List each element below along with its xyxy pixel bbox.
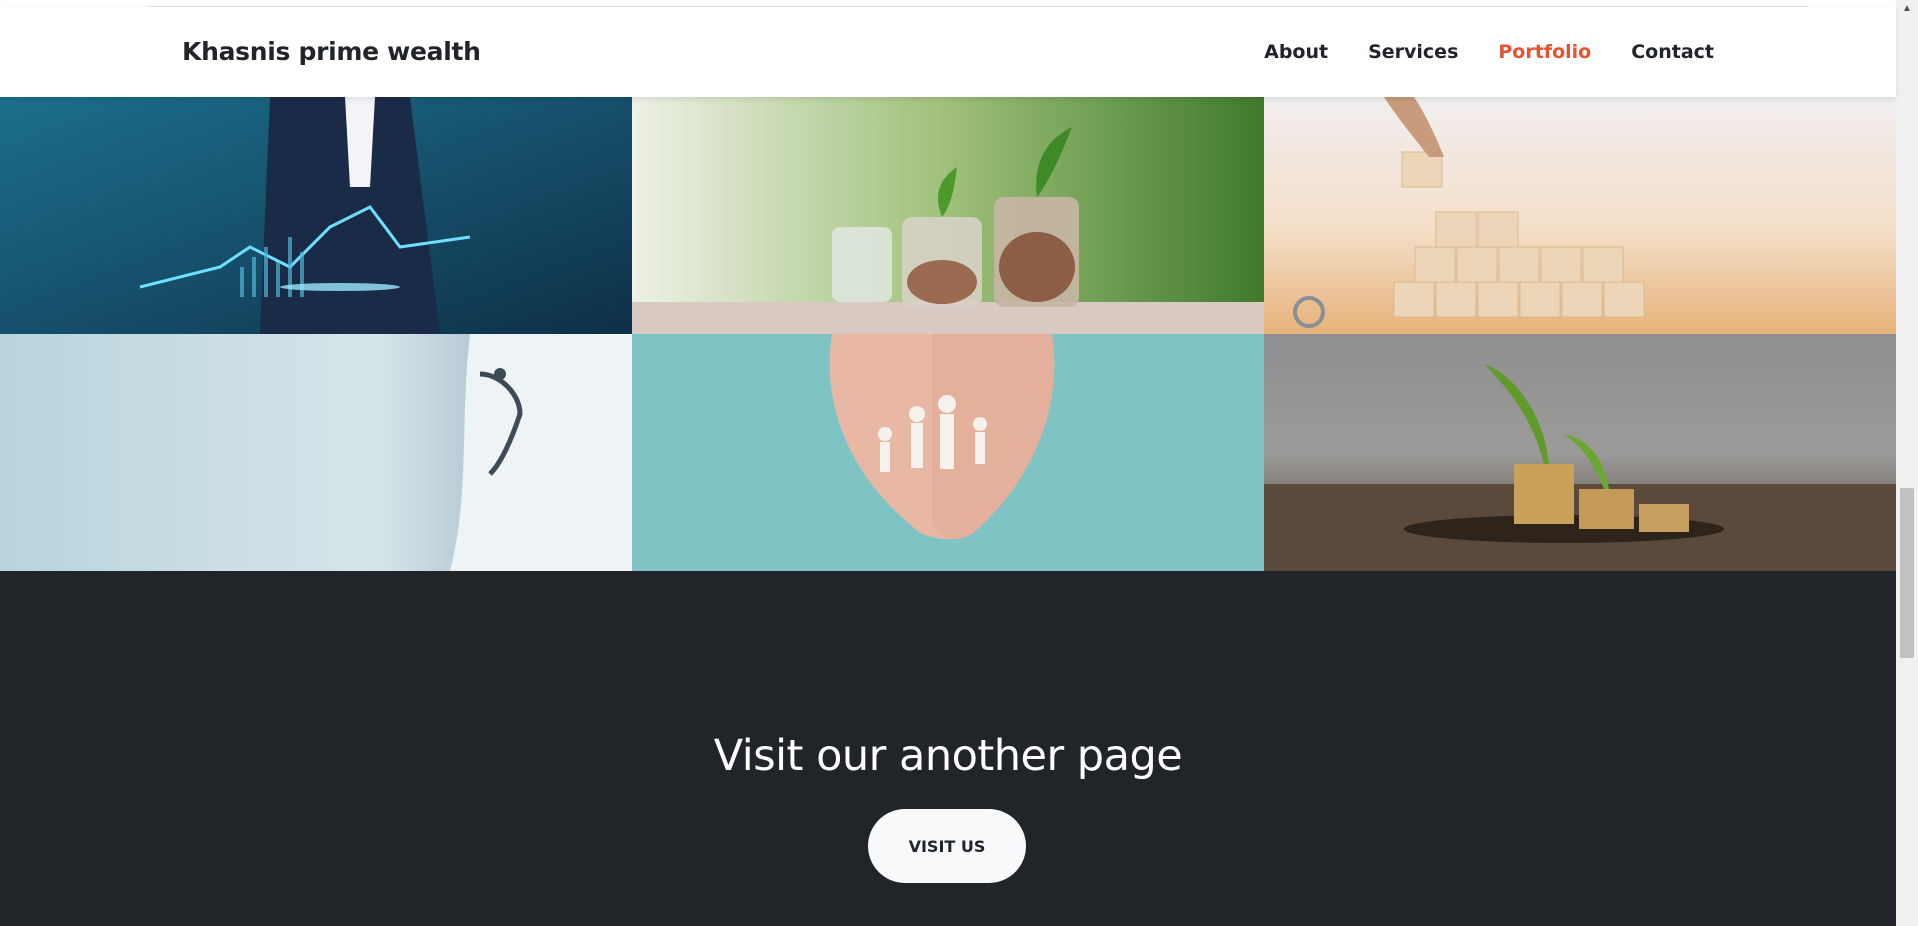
coins-plant-image[interactable] xyxy=(1264,334,1896,571)
nav-links: About Services Portfolio Contact xyxy=(1264,41,1714,63)
nav-link-services[interactable]: Services xyxy=(1368,41,1458,63)
brand-logo[interactable]: Khasnis prime wealth xyxy=(182,37,481,66)
scroll-up-arrow-icon[interactable]: ▲ xyxy=(1896,0,1918,18)
health-blocks-image[interactable] xyxy=(1264,97,1896,334)
visit-us-button[interactable]: VISIT US xyxy=(868,809,1026,883)
family-hands-image[interactable] xyxy=(632,334,1264,571)
cta-section: Visit our another page VISIT US xyxy=(0,571,1896,926)
doctor-image[interactable] xyxy=(0,334,632,571)
nav-link-portfolio[interactable]: Portfolio xyxy=(1498,41,1591,63)
scrollbar[interactable]: ▲ xyxy=(1896,0,1918,926)
savings-jars-image[interactable] xyxy=(632,97,1264,334)
portfolio-grid xyxy=(0,97,1896,571)
nav-link-about[interactable]: About xyxy=(1264,41,1328,63)
scrollbar-thumb[interactable] xyxy=(1900,488,1914,658)
navbar: Khasnis prime wealth About Services Port… xyxy=(0,7,1896,97)
nav-link-contact[interactable]: Contact xyxy=(1631,41,1714,63)
business-analytics-image[interactable] xyxy=(0,97,632,334)
cta-title: Visit our another page xyxy=(713,731,1183,781)
